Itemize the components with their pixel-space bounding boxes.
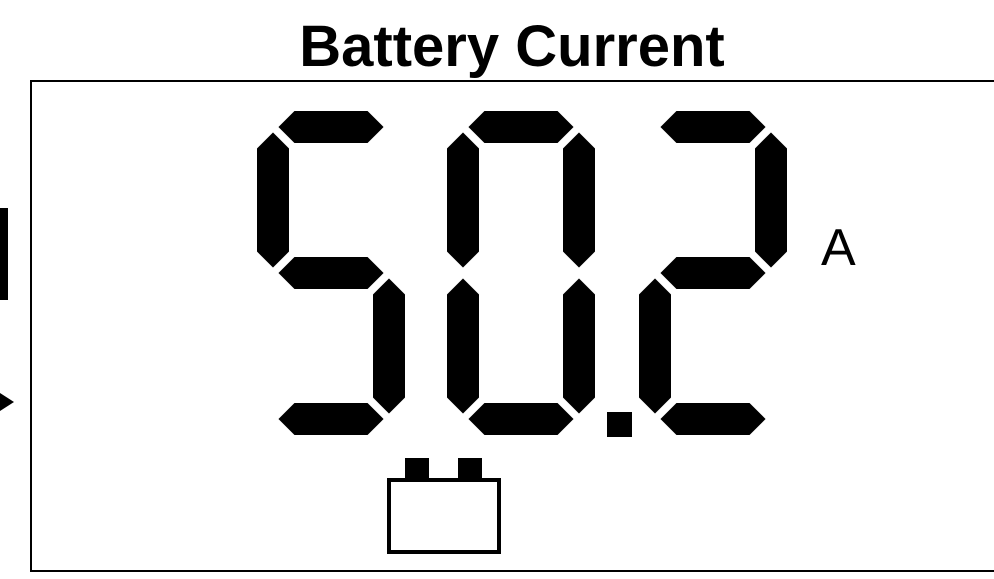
- battery-icon: [387, 458, 501, 554]
